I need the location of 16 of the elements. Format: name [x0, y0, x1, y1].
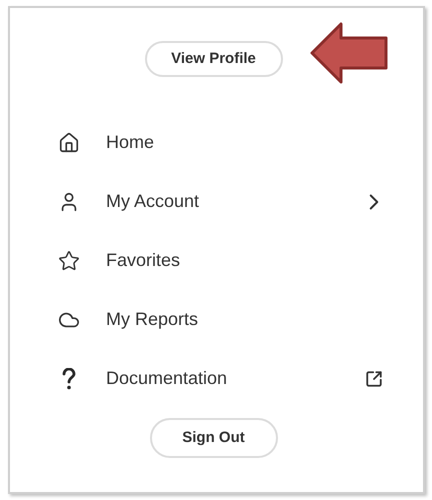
menu-item-label: My Reports: [106, 308, 200, 331]
star-icon: [58, 250, 80, 272]
menu-item[interactable]: Home: [10, 113, 423, 172]
view-profile-button[interactable]: View Profile: [144, 41, 282, 77]
menu-item-label: Documentation: [106, 367, 228, 390]
sign-out-button[interactable]: Sign Out: [150, 418, 278, 458]
menu-item[interactable]: Favorites: [10, 231, 423, 290]
menu-item[interactable]: My Reports: [10, 290, 423, 349]
menu-item[interactable]: Documentation: [10, 349, 423, 408]
home-icon: [58, 132, 80, 154]
menu-item-label: Home: [106, 131, 156, 154]
menu-item[interactable]: My Account: [10, 172, 423, 231]
menu-item-label: Favorites: [106, 249, 182, 272]
question-icon: [62, 368, 76, 390]
menu-item-label: My Account: [106, 190, 200, 213]
external-link-icon: [365, 370, 383, 388]
